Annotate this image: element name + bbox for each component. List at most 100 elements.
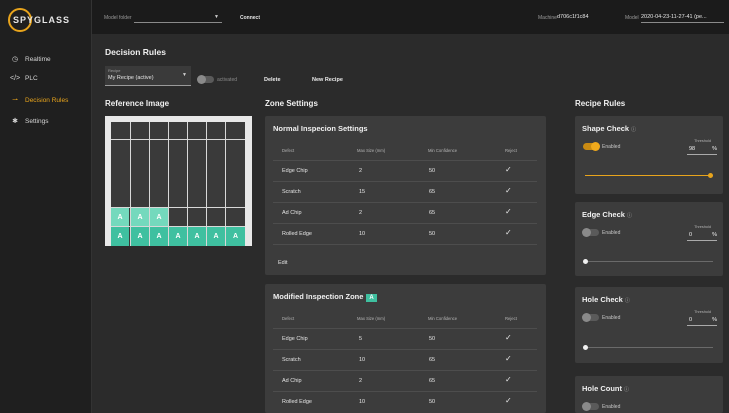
zone-cell[interactable]: A xyxy=(188,227,206,246)
rule-title: Hole Check ⓘ xyxy=(582,295,630,304)
recipe-select-value: My Recipe (active) xyxy=(108,75,154,81)
defect-cell: Rolled Edge xyxy=(282,399,312,405)
sidebar-item-label: Realtime xyxy=(25,55,51,63)
shape-check-rule: Shape Check ⓘ Enabled Threshold 98 % xyxy=(575,116,723,194)
zone-cell[interactable]: A xyxy=(169,227,187,246)
sidebar-item-plc[interactable]: </> PLC xyxy=(0,70,92,86)
table-row[interactable]: Scratch 15 65 ✓ xyxy=(273,181,537,202)
confidence-cell: 50 xyxy=(429,231,436,237)
toggle-knob xyxy=(582,402,591,411)
table-row[interactable]: Ad Chip 2 65 ✓ xyxy=(273,202,537,223)
defect-cell: Edge Chip xyxy=(282,336,308,342)
chevron-down-icon: ▼ xyxy=(182,72,187,78)
threshold-input[interactable]: 0 % xyxy=(687,231,717,241)
table-row[interactable]: Edge Chip 5 50 ✓ xyxy=(273,328,537,349)
table-row-divider xyxy=(273,244,537,265)
panel-title: Normal Inspecion Settings xyxy=(273,124,368,133)
recipe-rules-title: Recipe Rules xyxy=(575,99,626,108)
check-icon: ✓ xyxy=(505,333,512,342)
column-header: Defect xyxy=(282,316,295,321)
zone-badge: A xyxy=(366,294,377,302)
zone-cell[interactable]: A xyxy=(111,227,129,246)
delete-button[interactable]: Delete xyxy=(264,77,281,83)
slider-handle[interactable] xyxy=(583,345,588,350)
zone-cell[interactable]: A xyxy=(131,208,149,226)
check-icon: ✓ xyxy=(505,207,512,216)
confidence-cell: 50 xyxy=(429,168,436,174)
threshold-slider[interactable] xyxy=(585,173,714,178)
confidence-cell: 65 xyxy=(429,378,436,384)
recipe-select[interactable]: Recipe My Recipe (active) ▼ xyxy=(105,66,191,86)
code-icon: </> xyxy=(10,74,21,82)
zone-cell[interactable]: A xyxy=(131,227,149,246)
threshold-slider[interactable] xyxy=(583,259,713,264)
machine-value: d706c1f1c84 xyxy=(557,14,589,20)
column-header: Defect xyxy=(282,148,295,153)
threshold-slider[interactable] xyxy=(583,345,713,350)
toggle-knob xyxy=(582,313,591,322)
chevron-down-icon: ▼ xyxy=(214,14,219,20)
sidebar-item-realtime[interactable]: ◷ Realtime xyxy=(0,51,92,67)
model-select[interactable]: 2020-04-23-11-27-41 (pe... xyxy=(641,9,724,23)
activated-label: activated xyxy=(217,77,238,83)
reference-part: A A A A A A A A A A xyxy=(111,122,245,246)
toggle-knob xyxy=(582,228,591,237)
toggle-knob xyxy=(197,75,206,84)
threshold-input[interactable]: 98 % xyxy=(687,145,717,155)
info-icon[interactable]: ⓘ xyxy=(624,387,629,393)
threshold-unit: % xyxy=(712,146,717,152)
threshold-unit: % xyxy=(712,317,717,323)
size-cell: 10 xyxy=(359,357,366,363)
rule-title: Shape Check ⓘ xyxy=(582,124,636,133)
table-row[interactable]: Rolled Edge 10 50 ✓ xyxy=(273,391,537,412)
info-icon[interactable]: ⓘ xyxy=(625,298,630,304)
zone-cell[interactable]: A xyxy=(207,227,225,246)
size-cell: 15 xyxy=(359,189,366,195)
sidebar-item-settings[interactable]: ✱ Settings xyxy=(0,113,92,129)
recipe-active-toggle[interactable] xyxy=(197,75,214,84)
hole-check-rule: Hole Check ⓘ Enabled Threshold 0 % xyxy=(575,287,723,363)
table-row[interactable]: Scratch 10 65 ✓ xyxy=(273,349,537,370)
slider-handle[interactable] xyxy=(708,173,714,178)
edge-check-toggle[interactable] xyxy=(582,228,599,237)
confidence-cell: 65 xyxy=(429,210,436,216)
info-icon[interactable]: ⓘ xyxy=(627,213,632,219)
zone-cell[interactable]: A xyxy=(150,227,168,246)
threshold-input[interactable]: 0 % xyxy=(687,316,717,326)
hole-check-toggle[interactable] xyxy=(582,313,599,322)
edit-link[interactable]: Edit xyxy=(278,260,287,266)
slider-fill xyxy=(585,175,711,176)
size-cell: 10 xyxy=(359,399,366,405)
column-header: Reject xyxy=(505,148,517,153)
model-value: 2020-04-23-11-27-41 (pe... xyxy=(641,14,707,20)
rule-title: Edge Check ⓘ xyxy=(582,210,632,219)
reference-image[interactable]: A A A A A A A A A A xyxy=(105,116,252,246)
sidebar-item-decision-rules[interactable]: ⇀ Decision Rules xyxy=(0,92,92,108)
rule-title-text: Hole Count xyxy=(582,384,622,393)
check-icon: ✓ xyxy=(505,375,512,384)
check-icon: ✓ xyxy=(505,165,512,174)
info-icon[interactable]: ⓘ xyxy=(631,127,636,133)
zone-cell[interactable]: A xyxy=(150,208,168,226)
clock-icon: ◷ xyxy=(11,56,19,63)
table-row[interactable]: Ad Chip 2 65 ✓ xyxy=(273,370,537,391)
zone-cell[interactable]: A xyxy=(111,208,129,226)
defect-cell: Ad Chip xyxy=(282,378,302,384)
confidence-cell: 50 xyxy=(429,399,436,405)
size-cell: 5 xyxy=(359,336,363,342)
connect-button[interactable]: Connect xyxy=(240,15,260,21)
new-recipe-button[interactable]: New Recipe xyxy=(312,77,343,83)
threshold-value: 0 xyxy=(689,232,693,238)
shape-check-toggle[interactable] xyxy=(583,142,600,151)
enabled-label: Enabled xyxy=(602,404,621,410)
modified-inspection-panel: Modified Inspection Zone A Defect Max Siz… xyxy=(265,284,546,413)
table-row[interactable]: Edge Chip 2 50 ✓ xyxy=(273,160,537,181)
check-icon: ✓ xyxy=(505,396,512,405)
hole-count-toggle[interactable] xyxy=(582,402,599,411)
model-folder-select[interactable]: ▼ xyxy=(134,9,222,23)
recipe-select-label: Recipe xyxy=(108,68,121,73)
confidence-cell: 50 xyxy=(429,336,436,342)
zone-cell[interactable]: A xyxy=(226,227,245,246)
slider-handle[interactable] xyxy=(583,259,588,264)
table-row[interactable]: Rolled Edge 10 50 ✓ xyxy=(273,223,537,244)
